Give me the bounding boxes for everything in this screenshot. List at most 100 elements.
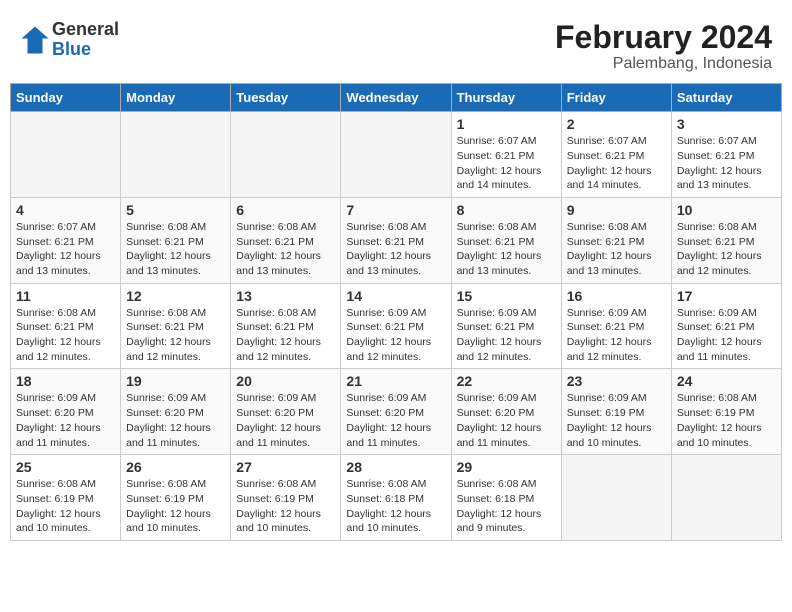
calendar-cell: 24 Sunrise: 6:08 AM Sunset: 6:19 PM Dayli… xyxy=(671,369,781,455)
header-sunday: Sunday xyxy=(11,84,121,112)
day-number: 28 xyxy=(346,459,445,475)
day-info: Sunrise: 6:08 AM Sunset: 6:21 PM Dayligh… xyxy=(16,306,115,365)
day-number: 26 xyxy=(126,459,225,475)
day-info: Sunrise: 6:09 AM Sunset: 6:20 PM Dayligh… xyxy=(346,391,445,450)
logo-icon xyxy=(20,25,50,55)
day-info: Sunrise: 6:08 AM Sunset: 6:21 PM Dayligh… xyxy=(567,220,666,279)
day-info: Sunrise: 6:07 AM Sunset: 6:21 PM Dayligh… xyxy=(16,220,115,279)
day-info: Sunrise: 6:07 AM Sunset: 6:21 PM Dayligh… xyxy=(677,134,776,193)
calendar-cell xyxy=(231,112,341,198)
calendar-cell xyxy=(341,112,451,198)
calendar-cell: 25 Sunrise: 6:08 AM Sunset: 6:19 PM Dayli… xyxy=(11,455,121,541)
calendar-cell: 17 Sunrise: 6:09 AM Sunset: 6:21 PM Dayli… xyxy=(671,283,781,369)
calendar-cell: 5 Sunrise: 6:08 AM Sunset: 6:21 PM Daylig… xyxy=(121,197,231,283)
day-info: Sunrise: 6:07 AM Sunset: 6:21 PM Dayligh… xyxy=(567,134,666,193)
calendar-cell: 20 Sunrise: 6:09 AM Sunset: 6:20 PM Dayli… xyxy=(231,369,341,455)
calendar-cell: 22 Sunrise: 6:09 AM Sunset: 6:20 PM Dayli… xyxy=(451,369,561,455)
day-number: 17 xyxy=(677,288,776,304)
logo-text: General Blue xyxy=(52,20,119,60)
day-number: 19 xyxy=(126,373,225,389)
month-title: February 2024 xyxy=(555,20,772,55)
day-info: Sunrise: 6:08 AM Sunset: 6:21 PM Dayligh… xyxy=(457,220,556,279)
calendar-cell: 27 Sunrise: 6:08 AM Sunset: 6:19 PM Dayli… xyxy=(231,455,341,541)
day-info: Sunrise: 6:08 AM Sunset: 6:21 PM Dayligh… xyxy=(236,306,335,365)
header-wednesday: Wednesday xyxy=(341,84,451,112)
calendar-cell: 11 Sunrise: 6:08 AM Sunset: 6:21 PM Dayli… xyxy=(11,283,121,369)
calendar-cell: 1 Sunrise: 6:07 AM Sunset: 6:21 PM Daylig… xyxy=(451,112,561,198)
calendar-cell: 13 Sunrise: 6:08 AM Sunset: 6:21 PM Dayli… xyxy=(231,283,341,369)
day-info: Sunrise: 6:08 AM Sunset: 6:19 PM Dayligh… xyxy=(236,477,335,536)
day-number: 11 xyxy=(16,288,115,304)
logo-blue-text: Blue xyxy=(52,40,119,60)
day-number: 13 xyxy=(236,288,335,304)
day-number: 8 xyxy=(457,202,556,218)
calendar-week-row: 4Sunrise: 6:07 AM Sunset: 6:21 PM Daylig… xyxy=(11,197,782,283)
calendar-cell: 28 Sunrise: 6:08 AM Sunset: 6:18 PM Dayli… xyxy=(341,455,451,541)
day-number: 18 xyxy=(16,373,115,389)
calendar-cell: 7Sunrise: 6:08 AM Sunset: 6:21 PM Daylig… xyxy=(341,197,451,283)
day-info: Sunrise: 6:09 AM Sunset: 6:21 PM Dayligh… xyxy=(457,306,556,365)
day-number: 21 xyxy=(346,373,445,389)
day-number: 24 xyxy=(677,373,776,389)
calendar-week-row: 1 Sunrise: 6:07 AM Sunset: 6:21 PM Daylig… xyxy=(11,112,782,198)
calendar-cell: 23Sunrise: 6:09 AM Sunset: 6:19 PM Dayli… xyxy=(561,369,671,455)
calendar-cell: 4Sunrise: 6:07 AM Sunset: 6:21 PM Daylig… xyxy=(11,197,121,283)
day-number: 14 xyxy=(346,288,445,304)
calendar-cell: 15 Sunrise: 6:09 AM Sunset: 6:21 PM Dayli… xyxy=(451,283,561,369)
day-number: 23 xyxy=(567,373,666,389)
day-number: 5 xyxy=(126,202,225,218)
day-info: Sunrise: 6:09 AM Sunset: 6:20 PM Dayligh… xyxy=(126,391,225,450)
day-number: 22 xyxy=(457,373,556,389)
day-info: Sunrise: 6:09 AM Sunset: 6:21 PM Dayligh… xyxy=(567,306,666,365)
calendar-body: 1 Sunrise: 6:07 AM Sunset: 6:21 PM Daylig… xyxy=(11,112,782,541)
day-info: Sunrise: 6:09 AM Sunset: 6:20 PM Dayligh… xyxy=(457,391,556,450)
day-number: 2 xyxy=(567,116,666,132)
day-info: Sunrise: 6:08 AM Sunset: 6:19 PM Dayligh… xyxy=(16,477,115,536)
calendar-week-row: 25 Sunrise: 6:08 AM Sunset: 6:19 PM Dayli… xyxy=(11,455,782,541)
day-info: Sunrise: 6:07 AM Sunset: 6:21 PM Dayligh… xyxy=(457,134,556,193)
day-number: 9 xyxy=(567,202,666,218)
day-info: Sunrise: 6:09 AM Sunset: 6:21 PM Dayligh… xyxy=(677,306,776,365)
header-thursday: Thursday xyxy=(451,84,561,112)
calendar-cell: 9 Sunrise: 6:08 AM Sunset: 6:21 PM Daylig… xyxy=(561,197,671,283)
calendar-cell: 14Sunrise: 6:09 AM Sunset: 6:21 PM Dayli… xyxy=(341,283,451,369)
calendar-cell xyxy=(561,455,671,541)
calendar-cell: 10Sunrise: 6:08 AM Sunset: 6:21 PM Dayli… xyxy=(671,197,781,283)
day-info: Sunrise: 6:08 AM Sunset: 6:21 PM Dayligh… xyxy=(126,220,225,279)
day-number: 25 xyxy=(16,459,115,475)
day-number: 10 xyxy=(677,202,776,218)
calendar-week-row: 18 Sunrise: 6:09 AM Sunset: 6:20 PM Dayli… xyxy=(11,369,782,455)
calendar-cell: 3 Sunrise: 6:07 AM Sunset: 6:21 PM Daylig… xyxy=(671,112,781,198)
header-monday: Monday xyxy=(121,84,231,112)
day-number: 3 xyxy=(677,116,776,132)
day-info: Sunrise: 6:08 AM Sunset: 6:21 PM Dayligh… xyxy=(126,306,225,365)
calendar-cell xyxy=(671,455,781,541)
day-info: Sunrise: 6:08 AM Sunset: 6:18 PM Dayligh… xyxy=(346,477,445,536)
day-info: Sunrise: 6:08 AM Sunset: 6:19 PM Dayligh… xyxy=(677,391,776,450)
calendar-header-row: SundayMondayTuesdayWednesdayThursdayFrid… xyxy=(11,84,782,112)
day-info: Sunrise: 6:09 AM Sunset: 6:20 PM Dayligh… xyxy=(236,391,335,450)
day-number: 15 xyxy=(457,288,556,304)
day-info: Sunrise: 6:08 AM Sunset: 6:21 PM Dayligh… xyxy=(236,220,335,279)
header-friday: Friday xyxy=(561,84,671,112)
day-info: Sunrise: 6:08 AM Sunset: 6:21 PM Dayligh… xyxy=(346,220,445,279)
header-tuesday: Tuesday xyxy=(231,84,341,112)
day-number: 29 xyxy=(457,459,556,475)
header-saturday: Saturday xyxy=(671,84,781,112)
calendar-cell: 26 Sunrise: 6:08 AM Sunset: 6:19 PM Dayli… xyxy=(121,455,231,541)
calendar-cell: 16Sunrise: 6:09 AM Sunset: 6:21 PM Dayli… xyxy=(561,283,671,369)
calendar-cell xyxy=(11,112,121,198)
title-block: February 2024 Palembang, Indonesia xyxy=(555,20,772,73)
calendar-cell: 6Sunrise: 6:08 AM Sunset: 6:21 PM Daylig… xyxy=(231,197,341,283)
day-info: Sunrise: 6:09 AM Sunset: 6:20 PM Dayligh… xyxy=(16,391,115,450)
logo: General Blue xyxy=(20,20,119,60)
calendar-cell: 19 Sunrise: 6:09 AM Sunset: 6:20 PM Dayli… xyxy=(121,369,231,455)
calendar-cell: 8 Sunrise: 6:08 AM Sunset: 6:21 PM Daylig… xyxy=(451,197,561,283)
day-info: Sunrise: 6:08 AM Sunset: 6:18 PM Dayligh… xyxy=(457,477,556,536)
day-number: 20 xyxy=(236,373,335,389)
calendar-cell xyxy=(121,112,231,198)
calendar-cell: 29 Sunrise: 6:08 AM Sunset: 6:18 PM Dayli… xyxy=(451,455,561,541)
day-number: 1 xyxy=(457,116,556,132)
day-info: Sunrise: 6:08 AM Sunset: 6:19 PM Dayligh… xyxy=(126,477,225,536)
day-number: 27 xyxy=(236,459,335,475)
